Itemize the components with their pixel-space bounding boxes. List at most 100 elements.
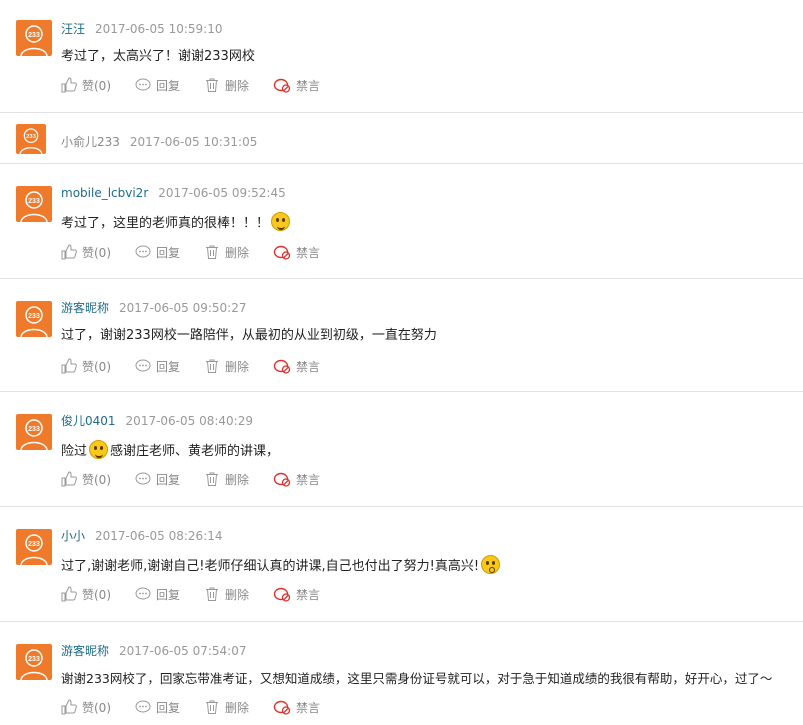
timestamp: 2017-06-05 09:50:27 (119, 301, 247, 315)
comment-text-body: 过了,谢谢老师,谢谢自己!老师仔细认真的讲课,自己也付出了努力!真高兴! (61, 559, 480, 574)
ban-icon (273, 245, 291, 260)
comment-actions: 赞(0) 回复 删除 禁言 (61, 243, 344, 261)
username[interactable]: 小俞儿233 (61, 135, 120, 149)
ban-icon (273, 587, 291, 602)
trash-icon (206, 359, 219, 373)
avatar[interactable]: 233 (16, 301, 52, 337)
like-button[interactable]: 赞(0) (61, 358, 111, 375)
avatar[interactable]: 233 (16, 124, 46, 154)
reply-button[interactable]: 回复 (135, 358, 180, 375)
timestamp: 2017-06-05 07:54:07 (119, 644, 247, 658)
ban-label: 禁言 (296, 587, 321, 602)
chat-bubble-icon (135, 245, 151, 258)
like-button[interactable]: 赞(0) (61, 471, 111, 488)
ban-button[interactable]: 禁言 (273, 698, 320, 716)
username[interactable]: mobile_lcbvi2r (61, 186, 148, 200)
delete-button[interactable]: 删除 (204, 77, 249, 94)
trash-icon (206, 587, 219, 601)
like-label: 赞(0) (82, 700, 111, 715)
like-button[interactable]: 赞(0) (61, 244, 111, 261)
avatar-text: 233 (28, 313, 40, 320)
reply-button[interactable]: 回复 (135, 77, 180, 94)
delete-label: 删除 (225, 472, 250, 487)
avatar[interactable]: 233 (16, 186, 52, 222)
comment-text-before: 险过 (61, 444, 88, 459)
thumbs-up-icon (61, 358, 77, 374)
comment-meta: 游客昵称 2017-06-05 09:50:27 (61, 300, 246, 316)
avatar-text: 233 (28, 426, 40, 433)
reply-label: 回复 (156, 359, 181, 374)
ban-label: 禁言 (296, 245, 321, 260)
avatar[interactable]: 233 (16, 529, 52, 565)
thumbs-up-icon (61, 699, 77, 715)
delete-label: 删除 (225, 359, 250, 374)
comment-text: 考过了，这里的老师真的很棒！！！ (61, 212, 292, 233)
comment-text: 谢谢233网校了，回家忘带准考证，又想知道成绩，这里只需身份证号就可以，对于急于… (61, 671, 773, 686)
grin-emoji-icon (89, 440, 109, 459)
delete-button[interactable]: 删除 (204, 358, 249, 375)
ban-label: 禁言 (296, 472, 321, 487)
avatar-text: 233 (26, 134, 36, 140)
comment-actions: 赞(0) 回复 删除 禁言 (61, 357, 344, 375)
avatar[interactable]: 233 (16, 414, 52, 450)
like-button[interactable]: 赞(0) (61, 586, 111, 603)
comment-list: 233 汪汪 2017-06-05 10:59:10 考过了，太高兴了！谢谢233… (0, 0, 803, 725)
reply-button[interactable]: 回复 (135, 471, 180, 488)
reply-label: 回复 (156, 472, 181, 487)
username[interactable]: 汪汪 (61, 22, 85, 36)
delete-button[interactable]: 删除 (204, 699, 249, 716)
reply-button[interactable]: 回复 (135, 586, 180, 603)
username[interactable]: 小小 (61, 529, 85, 543)
trash-icon (206, 245, 219, 259)
ban-button[interactable]: 禁言 (273, 243, 320, 261)
comment-text: 过了,谢谢老师,谢谢自己!老师仔细认真的讲课,自己也付出了努力!真高兴! (61, 555, 502, 576)
ban-button[interactable]: 禁言 (273, 470, 320, 488)
like-label: 赞(0) (82, 587, 111, 602)
ban-icon (273, 700, 291, 715)
timestamp: 2017-06-05 08:40:29 (125, 414, 253, 428)
thumbs-up-icon (61, 471, 77, 487)
comment-meta: 小俞儿233 2017-06-05 10:31:05 (61, 134, 257, 150)
delete-button[interactable]: 删除 (204, 586, 249, 603)
ban-button[interactable]: 禁言 (273, 357, 320, 375)
reply-button[interactable]: 回复 (135, 699, 180, 716)
comment-meta: 汪汪 2017-06-05 10:59:10 (61, 21, 222, 37)
delete-button[interactable]: 删除 (204, 244, 249, 261)
thumbs-up-icon (61, 77, 77, 93)
reply-label: 回复 (156, 700, 181, 715)
comment-text: 险过 感谢庄老师、黄老师的讲课， (61, 440, 279, 461)
delete-label: 删除 (225, 700, 250, 715)
chat-bubble-icon (135, 700, 151, 713)
username[interactable]: 游客昵称 (61, 301, 109, 315)
username[interactable]: 俊儿0401 (61, 414, 116, 428)
delete-label: 删除 (225, 78, 250, 93)
avatar[interactable]: 233 (16, 20, 52, 56)
comment-text: 考过了，太高兴了！谢谢233网校 (61, 49, 255, 64)
trash-icon (206, 472, 219, 486)
comment-item: 233 俊儿0401 2017-06-05 08:40:29 险过 感谢庄老师、黄老… (0, 392, 803, 507)
avatar-text: 233 (28, 198, 40, 205)
reply-label: 回复 (156, 245, 181, 260)
chat-bubble-icon (135, 78, 151, 91)
chat-bubble-icon (135, 359, 151, 372)
reply-label: 回复 (156, 587, 181, 602)
delete-button[interactable]: 删除 (204, 471, 249, 488)
surprised-emoji-icon (481, 555, 501, 574)
ban-button[interactable]: 禁言 (273, 585, 320, 603)
username[interactable]: 游客昵称 (61, 644, 109, 658)
reply-button[interactable]: 回复 (135, 244, 180, 261)
comment-meta: 小小 2017-06-05 08:26:14 (61, 528, 222, 544)
avatar-text: 233 (28, 541, 40, 548)
timestamp: 2017-06-05 10:59:10 (95, 22, 223, 36)
avatar[interactable]: 233 (16, 644, 52, 680)
like-button[interactable]: 赞(0) (61, 77, 111, 94)
like-button[interactable]: 赞(0) (61, 699, 111, 716)
delete-label: 删除 (225, 245, 250, 260)
ban-label: 禁言 (296, 359, 321, 374)
comment-item: 233 游客昵称 2017-06-05 09:50:27 过了，谢谢233网校一路… (0, 279, 803, 392)
ban-button[interactable]: 禁言 (273, 76, 320, 94)
like-label: 赞(0) (82, 359, 111, 374)
ban-label: 禁言 (296, 78, 321, 93)
trash-icon (206, 700, 219, 714)
chat-bubble-icon (135, 587, 151, 600)
